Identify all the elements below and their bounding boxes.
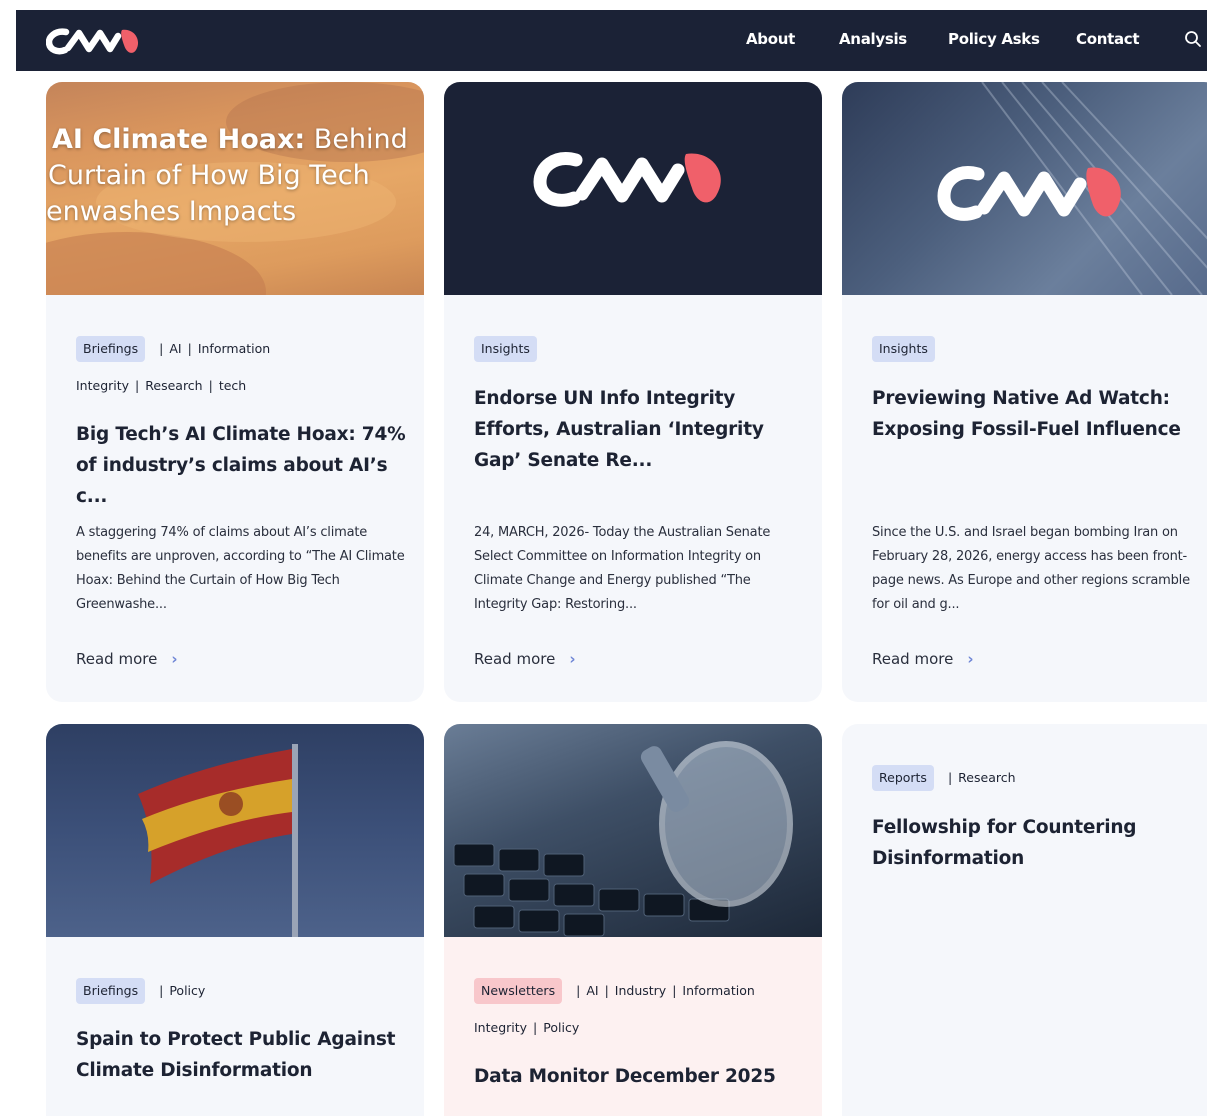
chevron-right-icon: ›	[171, 650, 178, 668]
card-title[interactable]: Previewing Native Ad Watch: Exposing Fos…	[872, 383, 1202, 445]
card-image-sunset-clouds[interactable]: AI Climate Hoax: Behind Curtain of How B…	[46, 82, 424, 295]
card-excerpt: 24, MARCH, 2026- Today the Australian Se…	[474, 525, 771, 612]
article-card[interactable]: Reports | Research Fellowship for Counteri…	[842, 724, 1207, 1116]
article-card[interactable]: Briefings | Policy Spain to Protect Public…	[46, 724, 424, 1116]
category-badge[interactable]: Newsletters	[474, 978, 563, 1004]
tag-link[interactable]: Information	[682, 983, 754, 998]
card-image-magnifier-keyboard[interactable]	[444, 724, 822, 937]
card-image-logo[interactable]	[444, 82, 822, 295]
tag-link[interactable]: Policy	[543, 1020, 579, 1035]
nav-link-contact[interactable]: Contact	[1076, 30, 1140, 48]
card-title[interactable]: Fellowship for Countering Disinformation	[872, 812, 1202, 874]
brand-logo-icon	[937, 166, 1121, 221]
card-tags: Reports | Research	[872, 765, 1202, 791]
card-body: Newsletters | AI | Industry | Information Inte…	[444, 937, 822, 1116]
category-badge[interactable]: Briefings	[76, 978, 146, 1004]
category-badge[interactable]: Reports	[872, 765, 934, 791]
card-tags: Newsletters | AI | Industry | Information	[474, 978, 804, 1004]
tag-link[interactable]: Research	[145, 378, 202, 393]
read-more-link[interactable]: Read more ›	[872, 650, 974, 668]
card-title[interactable]: Endorse UN Info Integrity Efforts, Austr…	[474, 383, 804, 476]
read-more-link[interactable]: Read more ›	[76, 650, 178, 668]
category-badge[interactable]: Insights	[474, 336, 537, 362]
category-badge[interactable]: Insights	[872, 336, 935, 362]
site-logo[interactable]	[46, 26, 148, 56]
card-tags: Insights	[872, 336, 1202, 362]
search-icon[interactable]	[1184, 30, 1202, 48]
card-title[interactable]: Big Tech’s AI Climate Hoax: 74% of indus…	[76, 419, 406, 512]
card-title[interactable]: Spain to Protect Public Against Climate …	[76, 1024, 406, 1086]
article-card[interactable]: Insights Previewing Native Ad Watch: Exp…	[842, 82, 1207, 702]
tag-link[interactable]: AI	[586, 983, 598, 998]
tag-link[interactable]: Integrity	[474, 1020, 527, 1035]
tag-link[interactable]: Policy	[169, 983, 205, 998]
nav-link-analysis[interactable]: Analysis	[839, 30, 907, 48]
card-image-overlay-text: AI Climate Hoax: Behind Curtain of How B…	[46, 124, 408, 227]
card-body: Reports | Research Fellowship for Counteri…	[842, 724, 1207, 1116]
nav-link-policy-asks[interactable]: Policy Asks	[948, 30, 1040, 48]
card-tags: Insights	[474, 336, 804, 362]
card-body: Briefings | AI | Information Integrity | Resea…	[46, 295, 424, 702]
card-body: Insights Previewing Native Ad Watch: Exp…	[842, 295, 1207, 702]
card-tags: Briefings | AI | Information	[76, 336, 406, 362]
chevron-right-icon: ›	[967, 650, 974, 668]
card-tags: Briefings | Policy	[76, 978, 406, 1004]
article-card[interactable]: Newsletters | AI | Industry | Information Inte…	[444, 724, 822, 1116]
tag-link[interactable]: Integrity	[76, 378, 129, 393]
tag-link[interactable]: Research	[958, 770, 1015, 785]
card-body: Briefings | Policy Spain to Protect Public…	[46, 937, 424, 1116]
brand-logo-icon	[533, 152, 721, 207]
chevron-right-icon: ›	[569, 650, 576, 668]
card-image-spain-flag[interactable]	[46, 724, 424, 937]
article-card[interactable]: Insights Endorse UN Info Integrity Effor…	[444, 82, 822, 702]
nav-link-about[interactable]: About	[746, 30, 795, 48]
card-excerpt: A staggering 74% of claims about AI’s cl…	[76, 525, 405, 612]
page: About Analysis Policy Asks Contact AI Cl…	[0, 0, 1207, 1116]
card-excerpt: Since the U.S. and Israel began bombing …	[872, 525, 1190, 612]
tag-link[interactable]: AI	[169, 341, 181, 356]
tag-link[interactable]: Industry	[615, 983, 666, 998]
top-navbar: About Analysis Policy Asks Contact	[16, 10, 1207, 71]
card-title[interactable]: Data Monitor December 2025	[474, 1061, 804, 1092]
card-image-newspapers[interactable]	[842, 82, 1207, 295]
tag-link[interactable]: tech	[219, 378, 246, 393]
category-badge[interactable]: Briefings	[76, 336, 146, 362]
card-tags-line2: Integrity | Research | tech	[76, 378, 247, 393]
card-body: Insights Endorse UN Info Integrity Effor…	[444, 295, 822, 702]
tag-link[interactable]: Information	[198, 341, 270, 356]
read-more-link[interactable]: Read more ›	[474, 650, 576, 668]
card-tags-line2: Integrity | Policy	[474, 1020, 580, 1035]
article-card[interactable]: AI Climate Hoax: Behind Curtain of How B…	[46, 82, 424, 702]
